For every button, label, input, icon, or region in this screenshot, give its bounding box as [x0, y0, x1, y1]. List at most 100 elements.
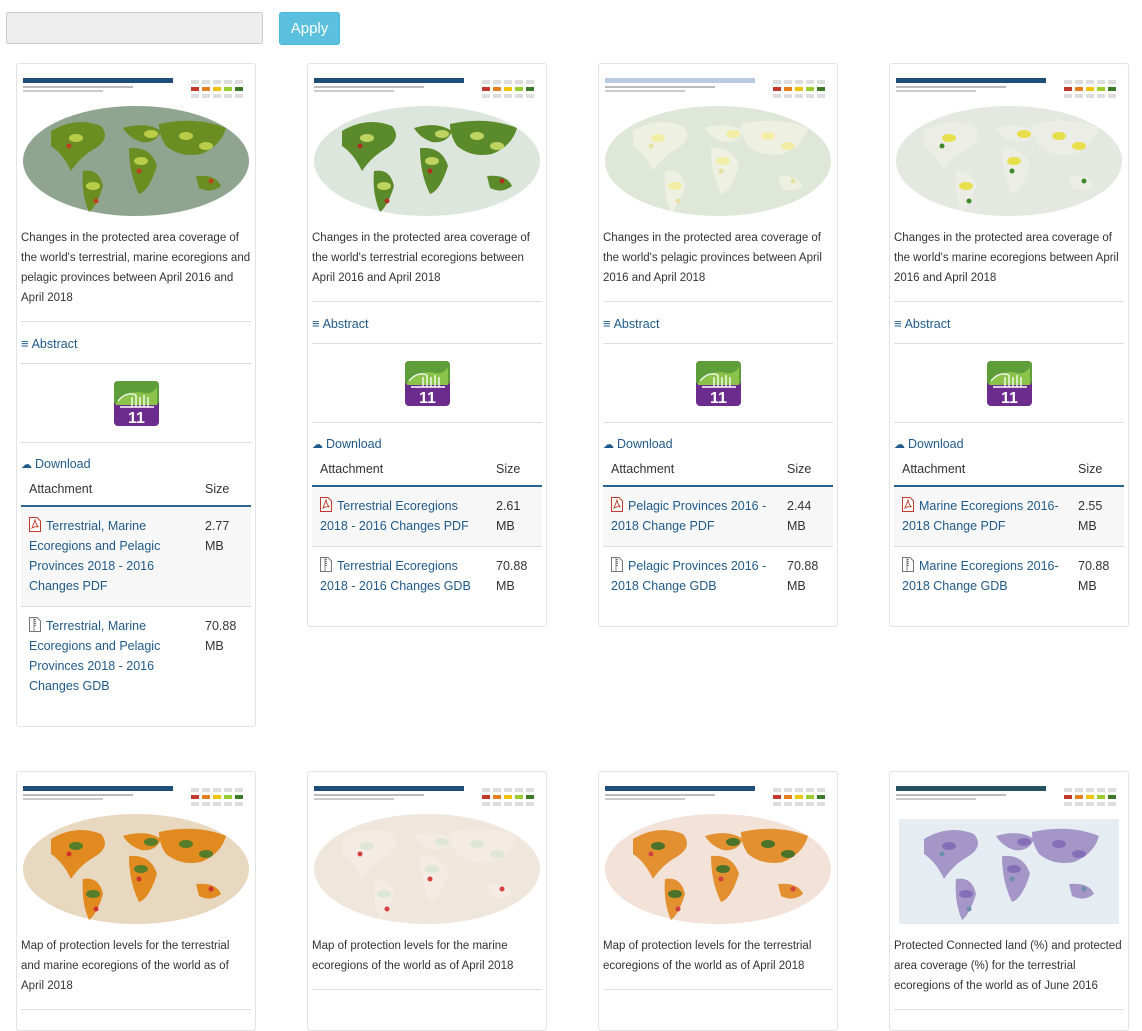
resource-card: Changes in the protected area coverage o… — [889, 63, 1129, 627]
apply-button[interactable]: Apply — [279, 12, 340, 45]
card-caption: Map of protection levels for the marine … — [312, 940, 514, 972]
attachment-cell: Pelagic Provinces 2016 - 2018 Change GDB — [603, 546, 779, 606]
card-caption: Changes in the protected area coverage o… — [894, 232, 1119, 284]
download-label: Download — [35, 457, 91, 471]
table-row: Marine Ecoregions 2016-2018 Change PDF 2.… — [894, 485, 1124, 547]
archive-file-icon — [611, 557, 623, 572]
filter-input[interactable] — [6, 12, 263, 44]
download-label: Download — [326, 437, 382, 451]
list-icon: ≡ — [894, 316, 902, 331]
column-header-size: Size — [197, 476, 251, 507]
card-caption: Changes in the protected area coverage o… — [312, 232, 531, 284]
download-label: Download — [908, 437, 964, 451]
attachment-cell: Pelagic Provinces 2016 - 2018 Change PDF — [603, 485, 779, 547]
table-row: Terrestrial, Marine Ecoregions and Pelag… — [21, 505, 251, 607]
divider — [894, 1009, 1124, 1010]
table-row: Pelagic Provinces 2016 - 2018 Change PDF… — [603, 485, 833, 547]
resource-card: Protected Connected land (%) and protect… — [889, 771, 1129, 1031]
attachment-size: 2.77 MB — [197, 505, 251, 607]
column-header-size: Size — [1070, 456, 1124, 487]
list-icon: ≡ — [21, 336, 29, 351]
attachment-link[interactable]: Pelagic Provinces 2016 - 2018 Change PDF — [611, 499, 766, 533]
list-icon: ≡ — [312, 316, 320, 331]
sdg-11-logo-icon: 11 — [986, 360, 1032, 406]
map-thumbnail — [603, 784, 833, 929]
cloud-download-icon: ☁ — [603, 439, 614, 451]
attachment-size: 70.88 MB — [1070, 546, 1124, 606]
attachment-cell: Marine Ecoregions 2016-2018 Change PDF — [894, 485, 1070, 547]
attachment-size: 2.61 MB — [488, 485, 542, 547]
card-caption: Protected Connected land (%) and protect… — [894, 940, 1122, 992]
attachments-table: Attachment Size Pelagic Provinces 2016 - 2… — [603, 456, 833, 606]
abstract-link[interactable]: ≡ Abstract — [894, 302, 1124, 343]
attachment-link[interactable]: Marine Ecoregions 2016-2018 Change PDF — [902, 499, 1059, 533]
resource-card: Changes in the protected area coverage o… — [16, 63, 256, 727]
table-row: Pelagic Provinces 2016 - 2018 Change GDB… — [603, 546, 833, 606]
attachment-link[interactable]: Marine Ecoregions 2016-2018 Change GDB — [902, 559, 1059, 593]
resource-card: Changes in the protected area coverage o… — [307, 63, 547, 627]
attachments-table: Attachment Size Marine Ecoregions 2016-201… — [894, 456, 1124, 606]
attachment-cell: Terrestrial Ecoregions 2018 - 2016 Chang… — [312, 546, 488, 606]
sdg-badge-number: 11 — [1001, 390, 1018, 406]
sdg-11-logo-icon: 11 — [404, 360, 450, 406]
column-header-attachment: Attachment — [603, 456, 779, 487]
attachment-cell: Terrestrial, Marine Ecoregions and Pelag… — [21, 505, 197, 607]
table-row: Terrestrial Ecoregions 2018 - 2016 Chang… — [312, 546, 542, 606]
map-thumbnail — [894, 784, 1124, 929]
card-caption: Map of protection levels for the terrest… — [603, 940, 812, 972]
pdf-file-icon — [320, 497, 332, 512]
abstract-label: Abstract — [31, 337, 78, 351]
sdg-badge-number: 11 — [128, 410, 145, 426]
attachment-link[interactable]: Pelagic Provinces 2016 - 2018 Change GDB — [611, 559, 766, 593]
archive-file-icon — [902, 557, 914, 572]
abstract-label: Abstract — [613, 317, 660, 331]
pdf-file-icon — [902, 497, 914, 512]
attachment-size: 70.88 MB — [779, 546, 833, 606]
abstract-link[interactable]: ≡ Abstract — [312, 302, 542, 343]
pdf-file-icon — [29, 517, 41, 532]
table-row: Marine Ecoregions 2016-2018 Change GDB 70… — [894, 546, 1124, 606]
table-row: Terrestrial Ecoregions 2018 - 2016 Chang… — [312, 485, 542, 547]
download-heading: ☁ Download — [312, 423, 542, 456]
attachment-link[interactable]: Terrestrial, Marine Ecoregions and Pelag… — [29, 519, 160, 593]
divider — [603, 989, 833, 990]
abstract-link[interactable]: ≡ Abstract — [603, 302, 833, 343]
column-header-attachment: Attachment — [312, 456, 488, 487]
resource-card: Changes in the protected area coverage o… — [598, 63, 838, 627]
resource-card: Map of protection levels for the terrest… — [16, 771, 256, 1031]
map-thumbnail — [603, 76, 833, 221]
attachment-cell: Terrestrial Ecoregions 2018 - 2016 Chang… — [312, 485, 488, 547]
attachment-link[interactable]: Terrestrial Ecoregions 2018 - 2016 Chang… — [320, 499, 469, 533]
archive-file-icon — [320, 557, 332, 572]
attachment-size: 2.44 MB — [779, 485, 833, 547]
map-thumbnail — [312, 784, 542, 929]
sdg-logo-row: 11 — [894, 344, 1124, 422]
archive-file-icon — [29, 617, 41, 632]
cloud-download-icon: ☁ — [312, 439, 323, 451]
abstract-label: Abstract — [322, 317, 369, 331]
attachment-link[interactable]: Terrestrial, Marine Ecoregions and Pelag… — [29, 619, 160, 693]
column-header-attachment: Attachment — [894, 456, 1070, 487]
attachment-size: 2.55 MB — [1070, 485, 1124, 547]
card-caption: Changes in the protected area coverage o… — [603, 232, 822, 284]
download-heading: ☁ Download — [603, 423, 833, 456]
column-header-size: Size — [488, 456, 542, 487]
cloud-download-icon: ☁ — [21, 459, 32, 471]
attachment-size: 70.88 MB — [488, 546, 542, 606]
column-header-attachment: Attachment — [21, 476, 197, 507]
sdg-badge-number: 11 — [419, 390, 436, 406]
sdg-11-logo-icon: 11 — [113, 380, 159, 426]
download-heading: ☁ Download — [21, 443, 251, 476]
map-thumbnail — [894, 76, 1124, 221]
map-thumbnail — [21, 76, 251, 221]
sdg-badge-number: 11 — [710, 390, 727, 406]
attachment-link[interactable]: Terrestrial Ecoregions 2018 - 2016 Chang… — [320, 559, 471, 593]
abstract-link[interactable]: ≡ Abstract — [21, 322, 251, 363]
sdg-logo-row: 11 — [312, 344, 542, 422]
card-caption: Map of protection levels for the terrest… — [21, 940, 230, 992]
sdg-logo-row: 11 — [603, 344, 833, 422]
attachment-size: 70.88 MB — [197, 606, 251, 706]
attachments-table: Attachment Size Terrestrial, Marine Ecoreg… — [21, 476, 251, 706]
download-label: Download — [617, 437, 673, 451]
sdg-logo-row: 11 — [21, 364, 251, 442]
